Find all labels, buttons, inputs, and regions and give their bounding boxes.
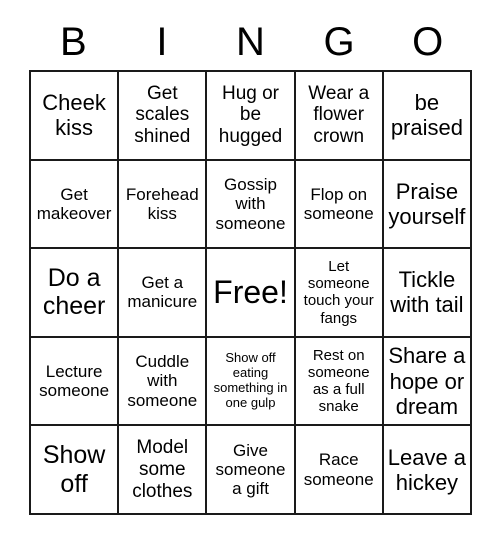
- bingo-cell-label: Tickle with tail: [390, 267, 464, 318]
- bingo-cell-label: Let someone touch your fangs: [303, 258, 374, 327]
- bingo-grid: Cheek kiss Get scales shined Hug or be h…: [29, 70, 472, 515]
- header-letter-o: O: [412, 20, 444, 64]
- bingo-cell-label: Cheek kiss: [42, 90, 106, 141]
- bingo-cell-n1[interactable]: Hug or be hugged: [207, 72, 296, 161]
- bingo-cell-g4[interactable]: Rest on someone as a full snake: [295, 337, 384, 427]
- header-letter-n: N: [236, 20, 265, 64]
- bingo-cell-label: Forehead kiss: [125, 184, 199, 223]
- bingo-cell-label: Get makeover: [36, 184, 112, 223]
- bingo-cell-i4[interactable]: Cuddle with someone: [119, 337, 208, 427]
- bingo-cell-b1[interactable]: Cheek kiss: [31, 72, 120, 161]
- bingo-cell-label: Cuddle with someone: [127, 352, 198, 410]
- bingo-cell-label: Hug or be hugged: [218, 82, 283, 148]
- bingo-cell-b3[interactable]: Do a cheer: [31, 249, 120, 338]
- bingo-cell-label: Give someone a gift: [215, 440, 286, 499]
- bingo-cell-o1[interactable]: be praised: [383, 72, 472, 161]
- bingo-cell-label: Leave a hickey: [387, 444, 467, 495]
- bingo-cell-label: Share a hope or dream: [388, 343, 466, 419]
- bingo-cell-o2[interactable]: Praise yourself: [383, 160, 472, 250]
- bingo-cell-label: Show off: [42, 441, 106, 498]
- bingo-cell-label: Praise yourself: [388, 178, 466, 229]
- bingo-cell-g1[interactable]: Wear a flower crown: [295, 72, 384, 161]
- bingo-header: B I N G O: [29, 14, 472, 70]
- header-letter-b: B: [59, 20, 87, 64]
- bingo-cell-n4[interactable]: Show off eating something in one gulp: [207, 337, 296, 427]
- bingo-cell-o3[interactable]: Tickle with tail: [383, 249, 472, 338]
- bingo-cell-i3[interactable]: Get a manicure: [119, 249, 208, 338]
- bingo-cell-n2[interactable]: Gossip with someone: [207, 160, 296, 250]
- header-letter-g: G: [323, 20, 355, 64]
- bingo-cell-label: Get scales shined: [134, 82, 191, 148]
- bingo-cell-o4[interactable]: Share a hope or dream: [383, 337, 472, 427]
- header-letter-i: I: [156, 20, 168, 64]
- bingo-cell-b4[interactable]: Lecture someone: [31, 337, 120, 427]
- bingo-cell-g2[interactable]: Flop on someone: [295, 160, 384, 250]
- bingo-free-label: Free!: [213, 274, 288, 311]
- bingo-cell-i1[interactable]: Get scales shined: [119, 72, 208, 161]
- bingo-cell-g5[interactable]: Race someone: [295, 426, 384, 515]
- bingo-cell-label: Lecture someone: [39, 361, 110, 401]
- bingo-cell-i5[interactable]: Model some clothes: [119, 426, 208, 515]
- bingo-cell-label: Show off eating something in one gulp: [213, 350, 288, 410]
- bingo-card: B I N G O Cheek kiss Get scales shined H…: [0, 0, 500, 544]
- bingo-cell-label: Do a cheer: [42, 263, 106, 321]
- bingo-cell-label: Race someone: [303, 450, 374, 489]
- bingo-cell-label: Wear a flower crown: [308, 82, 370, 148]
- bingo-cell-label: Rest on someone as a full snake: [307, 346, 370, 416]
- bingo-cell-i2[interactable]: Forehead kiss: [119, 160, 208, 250]
- bingo-cell-b5[interactable]: Show off: [31, 426, 120, 515]
- bingo-cell-o5[interactable]: Leave a hickey: [383, 426, 472, 515]
- bingo-cell-label: Model some clothes: [132, 437, 193, 502]
- bingo-cell-g3[interactable]: Let someone touch your fangs: [295, 249, 384, 338]
- bingo-cell-label: be praised: [390, 90, 463, 141]
- bingo-cell-label: Flop on someone: [303, 184, 374, 223]
- bingo-cell-b2[interactable]: Get makeover: [31, 160, 120, 250]
- bingo-cell-label: Gossip with someone: [215, 174, 286, 233]
- bingo-cell-n5[interactable]: Give someone a gift: [207, 426, 296, 515]
- bingo-cell-label: Get a manicure: [127, 273, 198, 312]
- bingo-cell-free-space[interactable]: Free!: [207, 249, 296, 338]
